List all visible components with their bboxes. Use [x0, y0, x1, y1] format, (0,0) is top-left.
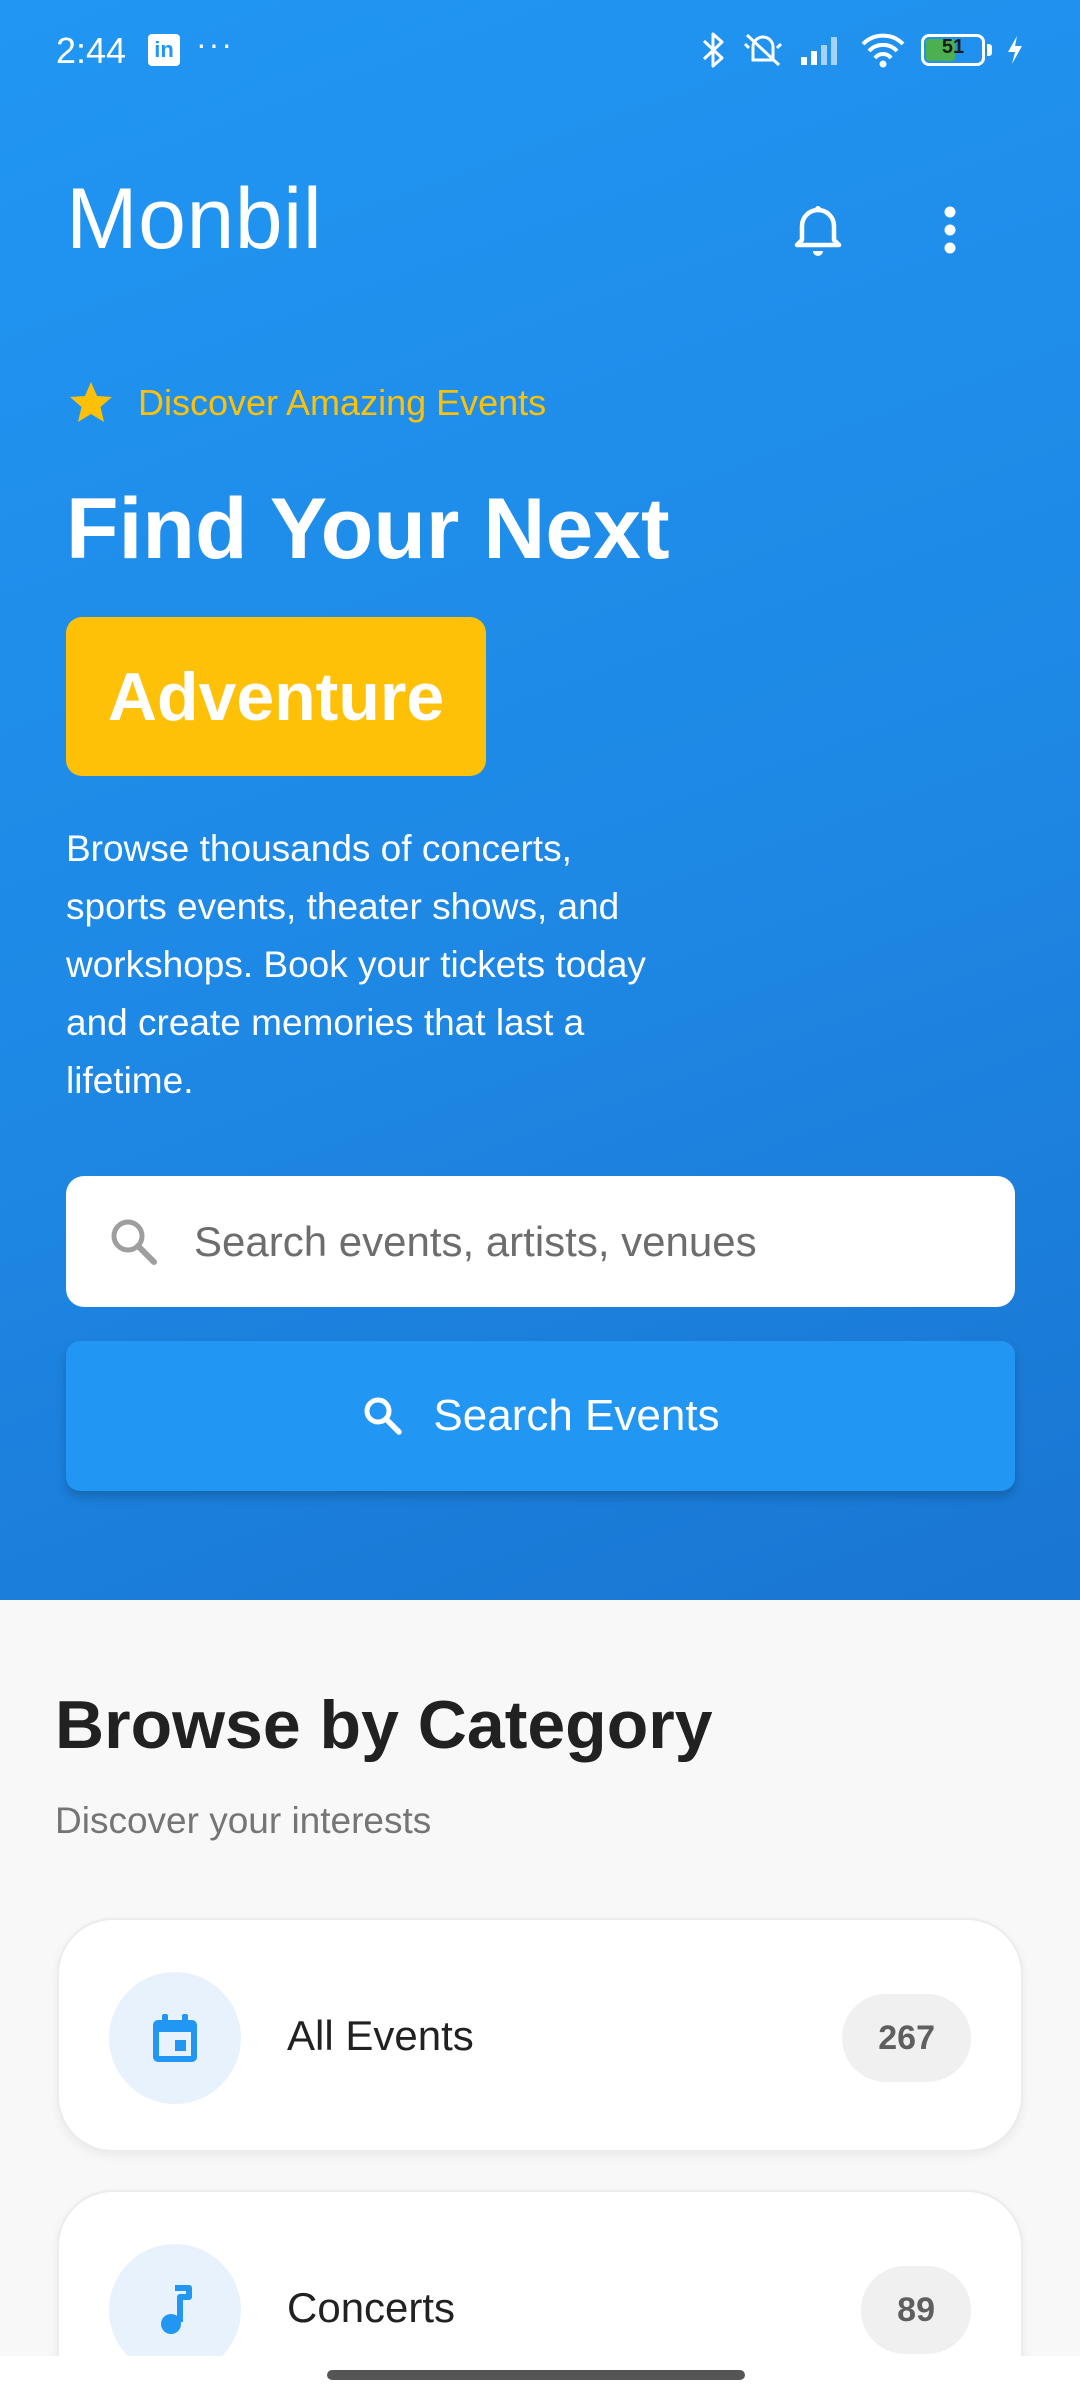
music-note-icon — [161, 2285, 192, 2334]
hero-description: Browse thousands of concerts, sports eve… — [66, 828, 646, 1101]
battery-level: 51 — [941, 36, 965, 58]
hero-tagline: Discover Amazing Events — [66, 378, 546, 428]
screen: 2:44 in ··· 51 Monbil Discover Amazing E… — [0, 0, 1080, 2400]
more-notifications-icon: ··· — [196, 26, 234, 62]
battery-icon: 51 — [921, 34, 985, 66]
wifi-icon — [861, 33, 905, 68]
search-input[interactable] — [194, 1217, 974, 1266]
app-title: Monbil — [66, 171, 323, 267]
more-vertical-icon — [944, 206, 956, 254]
section-title: Browse by Category — [55, 1687, 713, 1763]
hero-tagline-text: Discover Amazing Events — [138, 382, 547, 423]
status-icons: 51 — [701, 30, 1024, 70]
calendar-icon — [153, 2014, 197, 2062]
category-icon-badge — [109, 1972, 241, 2104]
category-count-badge: 89 — [861, 2266, 971, 2354]
status-time: 2:44 — [56, 30, 127, 71]
section-subtitle: Discover your interests — [55, 1800, 432, 1841]
search-icon — [111, 1219, 157, 1265]
bluetooth-icon — [702, 32, 724, 68]
hero-highlight-badge: Adventure — [66, 617, 486, 776]
linkedin-notification-icon: in — [148, 34, 180, 66]
star-icon — [70, 382, 112, 422]
search-events-button-label: Search Events — [433, 1391, 720, 1440]
home-indicator[interactable] — [327, 2370, 745, 2380]
battery-tip — [987, 44, 992, 56]
search-field[interactable] — [66, 1176, 1015, 1307]
hero-headline: Find Your Next — [66, 481, 670, 577]
search-icon — [364, 1397, 403, 1435]
charging-icon — [1008, 36, 1022, 64]
category-label: Concerts — [287, 2284, 456, 2331]
category-card-all-events[interactable]: All Events 267 — [57, 1918, 1023, 2152]
signal-icon — [801, 37, 837, 65]
status-bar: 2:44 in ··· 51 — [0, 0, 1080, 100]
category-label: All Events — [287, 2012, 474, 2059]
silent-mode-icon — [743, 33, 783, 67]
category-count-badge: 267 — [842, 1994, 971, 2082]
search-events-button[interactable]: Search Events — [66, 1341, 1015, 1491]
hero-section: 2:44 in ··· 51 Monbil Discover Amazing E… — [0, 0, 1080, 1600]
bell-icon — [794, 206, 842, 256]
notifications-button[interactable] — [778, 190, 858, 270]
more-options-button[interactable] — [910, 190, 990, 270]
